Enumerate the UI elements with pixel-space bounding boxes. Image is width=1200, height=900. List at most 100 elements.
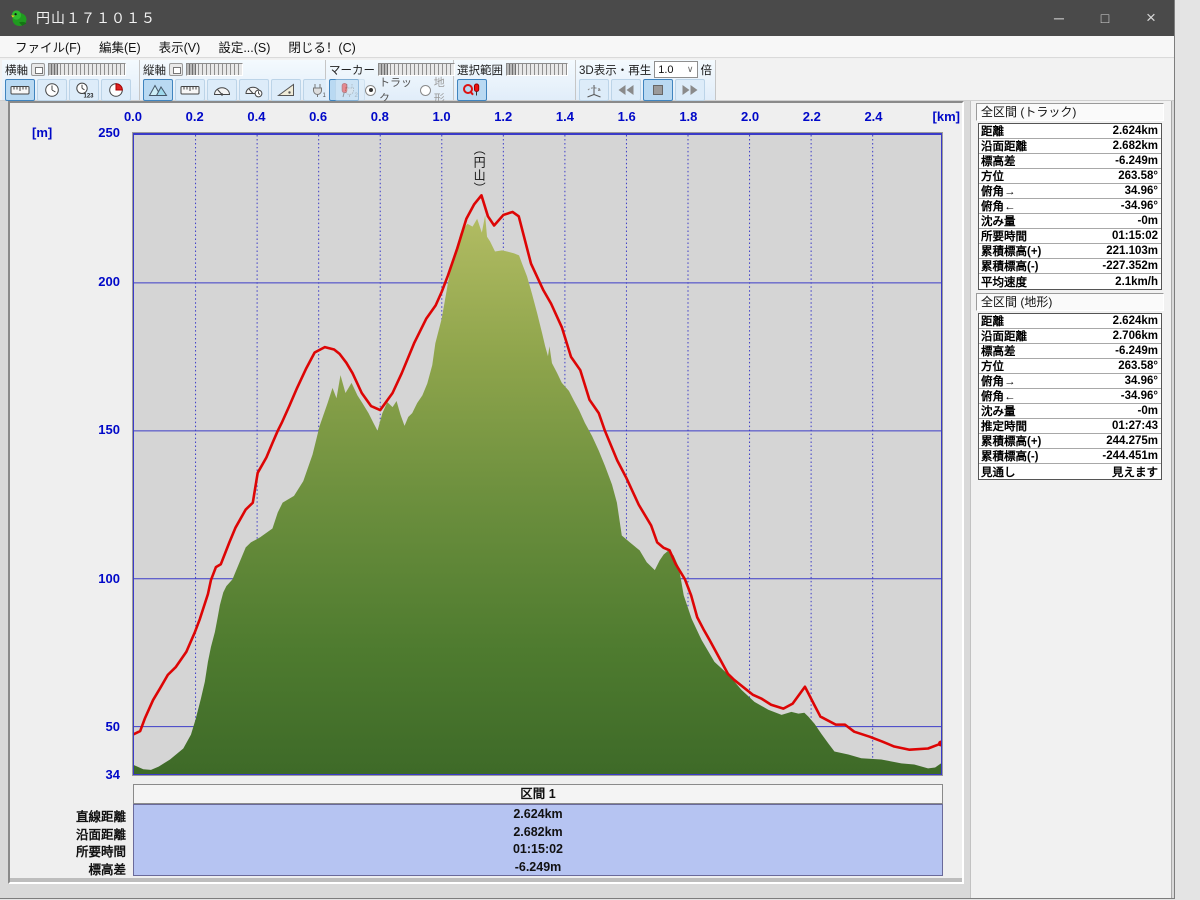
elevation-plot[interactable]: （円山）	[133, 133, 942, 775]
stat-label: 沿面距離	[981, 138, 1027, 154]
stat-label: 方位	[981, 168, 1004, 184]
scale-slider[interactable]	[378, 63, 455, 76]
ruler-icon	[10, 82, 30, 98]
y-axis-tick-label: 200	[68, 274, 120, 289]
window-title: 円山１７１０１５	[36, 8, 156, 28]
stat-value: -6.249m	[1115, 155, 1158, 167]
app-window: 円山１７１０１５ ─ □ × ファイル(F)編集(E)表示(V)設定...(S)…	[0, 0, 1174, 898]
scale-slider[interactable]	[186, 63, 243, 76]
y-axis-tick-label: 150	[68, 422, 120, 437]
x-axis-tick-label: 0.0	[113, 109, 153, 124]
toolbar-button-gauge[interactable]	[207, 79, 237, 101]
stat-label: 沿面距離	[981, 328, 1027, 344]
stat-label: 俯角→	[981, 373, 1016, 389]
stat-row: 俯角←-34.96°	[979, 389, 1161, 404]
stat-label: 方位	[981, 358, 1004, 374]
segment-value: 2.682km	[134, 825, 942, 842]
stat-value: 221.103m	[1106, 245, 1158, 257]
toolbar-button-rewind[interactable]	[611, 79, 641, 101]
app-icon	[10, 9, 28, 27]
toolbar-button-slope[interactable]	[271, 79, 301, 101]
stats-panel: 全区間 (トラック)距離2.624km沿面距離2.682km標高差-6.249m…	[970, 101, 1172, 898]
toolbar-button-clock-123[interactable]: 123	[69, 79, 99, 101]
stat-row: 推定時間01:27:43	[979, 419, 1161, 434]
close-button[interactable]: ×	[1128, 0, 1174, 36]
scale-slider[interactable]	[48, 63, 126, 76]
stat-row: 方位263.58°	[979, 359, 1161, 374]
stat-value: 244.275m	[1106, 435, 1158, 447]
stat-value: 01:15:02	[1112, 230, 1158, 242]
toolbar-button-gauge-clock[interactable]	[239, 79, 269, 101]
stat-row: 距離2.624km	[979, 314, 1161, 329]
stat-row: 累積標高(+)221.103m	[979, 244, 1161, 259]
minimize-button[interactable]: ─	[1036, 0, 1082, 36]
y-axis-tick-label: 100	[68, 571, 120, 586]
stat-label: 沈み量	[981, 403, 1016, 419]
toolbar-button-rotate-3d[interactable]	[579, 79, 609, 101]
x-axis-tick-label: 0.8	[360, 109, 400, 124]
x-axis-tick-label: 0.4	[236, 109, 276, 124]
stat-row: 累積標高(+)244.275m	[979, 434, 1161, 449]
stat-row: 俯角←-34.96°	[979, 199, 1161, 214]
toolbar-group-1: 縦軸12	[140, 60, 326, 100]
toolbar-group-4: 3D表示・再生1.0∨倍	[576, 60, 716, 100]
stat-row: 距離2.624km	[979, 124, 1161, 139]
svg-text:2: 2	[355, 93, 359, 98]
menu-item-0[interactable]: ファイル(F)	[6, 35, 90, 58]
stat-row: 所要時間01:15:02	[979, 229, 1161, 244]
stat-label: 沈み量	[981, 213, 1016, 229]
clock-123-icon: 123	[74, 82, 94, 98]
stats-table: 距離2.624km沿面距離2.682km標高差-6.249m方位263.58°俯…	[978, 123, 1162, 290]
stat-label: 累積標高(-)	[981, 448, 1039, 464]
stat-row: 俯角→34.96°	[979, 374, 1161, 389]
playback-speed-select[interactable]: 1.0∨	[654, 61, 697, 78]
stat-value: 2.706km	[1113, 330, 1158, 342]
stat-row: 見通し見えます	[979, 464, 1161, 479]
segment-label: 所要時間	[10, 841, 126, 858]
x-axis-tick-label: 2.4	[854, 109, 894, 124]
gauge-clock-icon	[244, 82, 264, 98]
scale-slider[interactable]	[506, 63, 568, 76]
menu-item-4[interactable]: 閉じる！(C)	[279, 35, 364, 58]
rewind-icon	[616, 82, 636, 98]
stats-table: 距離2.624km沿面距離2.706km標高差-6.249m方位263.58°俯…	[978, 313, 1162, 480]
toolbar-button-ruler[interactable]	[5, 79, 35, 101]
stat-value: -0m	[1138, 405, 1158, 417]
menu-item-3[interactable]: 設定...(S)	[209, 35, 279, 58]
x-axis-tick-label: 1.8	[668, 109, 708, 124]
pin-pair-icon	[462, 82, 482, 98]
toolbar-group-label: 横軸	[5, 62, 28, 78]
toolbar-group-label: 3D表示・再生	[579, 62, 651, 78]
stat-row: 方位 263.58°	[979, 169, 1161, 184]
toolbar-group-label: 縦軸	[143, 62, 166, 78]
gauge-icon	[212, 82, 232, 98]
toolbar-button-ruler[interactable]	[175, 79, 205, 101]
chevron-down-icon: ∨	[687, 64, 694, 75]
toolbar-button-mountain[interactable]	[143, 79, 173, 101]
playback-speed-suffix: 倍	[701, 62, 713, 78]
radio-dot-icon	[365, 85, 376, 96]
menu-item-1[interactable]: 編集(E)	[90, 35, 150, 58]
menu-item-2[interactable]: 表示(V)	[150, 35, 210, 58]
x-axis-tick-label: 2.0	[730, 109, 770, 124]
toolbar-button-pin-pair[interactable]	[457, 79, 487, 101]
stat-row: 標高差-6.249m	[979, 344, 1161, 359]
stat-value: 見えます	[1112, 464, 1158, 480]
toolbar-button-fast-forward[interactable]	[675, 79, 705, 101]
x-axis-tick-label: 1.6	[607, 109, 647, 124]
stat-label: 俯角←	[981, 388, 1016, 404]
maximize-button[interactable]: □	[1082, 0, 1128, 36]
axis-options-button[interactable]	[31, 63, 45, 76]
stat-value: 263.58°	[1118, 170, 1158, 182]
segment-value: 2.624km	[134, 807, 942, 824]
clock-pie-icon	[106, 82, 126, 98]
workspace: （円山） 区間 1 2.624km2.682km01:15:02-6.249m …	[0, 101, 1174, 898]
stat-row: 累積標高(-)-244.451m	[979, 449, 1161, 464]
segment-label: 沿面距離	[10, 824, 126, 841]
toolbar-button-clock-pie[interactable]	[101, 79, 131, 101]
toolbar-button-clock[interactable]	[37, 79, 67, 101]
axis-options-button[interactable]	[169, 63, 183, 76]
elevation-plot-svg	[134, 135, 941, 774]
segment-label: 直線距離	[10, 806, 126, 823]
toolbar-button-stop[interactable]	[643, 79, 673, 101]
